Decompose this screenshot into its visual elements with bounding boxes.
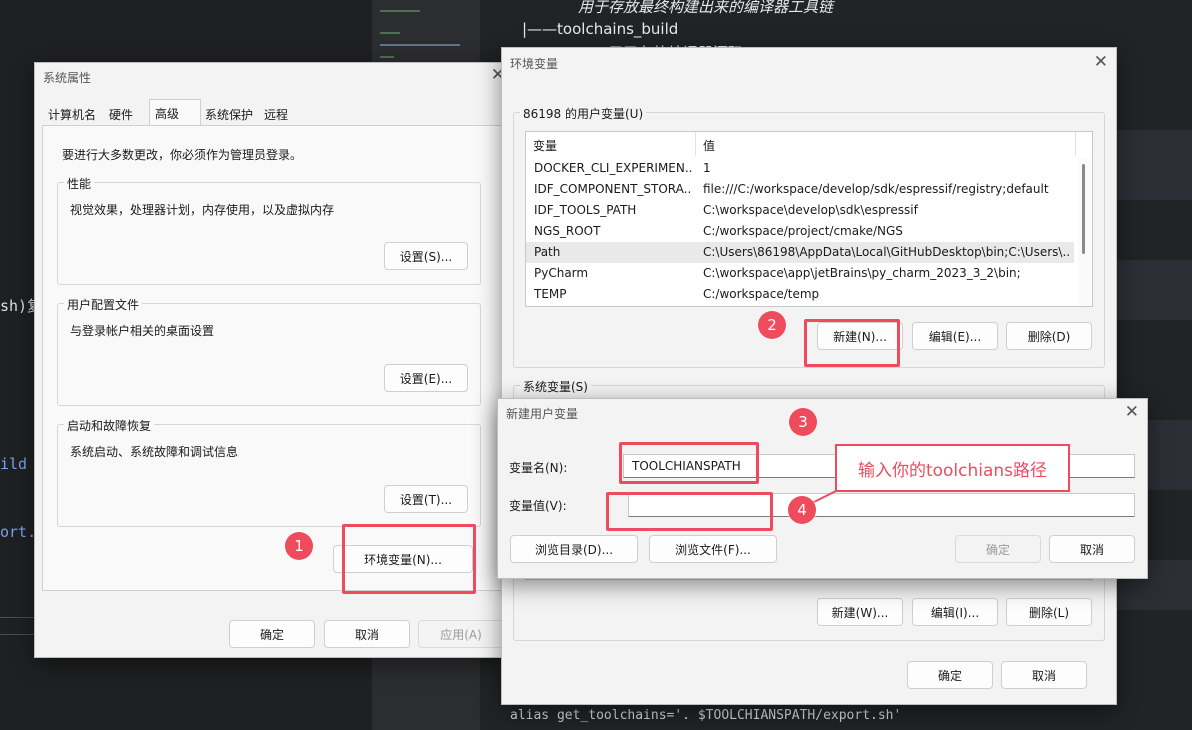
table-row[interactable]: TEMP C:/workspace/temp xyxy=(526,284,1074,305)
variable-value: C:\Users\86198\AppData\Local\GitHubDeskt… xyxy=(703,245,1069,259)
variable-name: PyCharm xyxy=(534,266,589,280)
env-ok-button[interactable]: 确定 xyxy=(907,661,993,689)
variable-value: C:\workspace\app\jetBrains\py_charm_2023… xyxy=(703,266,1021,280)
step-badge-3: 3 xyxy=(789,408,817,436)
variable-value: C:/workspace/project/cmake/NGS xyxy=(703,224,903,238)
step-badge-1: 1 xyxy=(285,532,313,560)
user-variables-table[interactable]: 变量 值 DOCKER_CLI_EXPERIMEN... 1 IDF_COMPO… xyxy=(525,131,1093,307)
variable-name-label: 变量名(N): xyxy=(509,461,568,475)
variable-value: 1 xyxy=(703,161,711,175)
table-row-selected[interactable]: Path C:\Users\86198\AppData\Local\GitHub… xyxy=(526,242,1074,263)
close-icon[interactable]: ✕ xyxy=(1094,52,1108,72)
tab-hardware[interactable]: 硬件 xyxy=(104,101,138,125)
startup-settings-button[interactable]: 设置(T)... xyxy=(384,485,468,513)
table-row[interactable]: NGS_ROOT C:/workspace/project/cmake/NGS xyxy=(526,221,1074,242)
env-cancel-button[interactable]: 取消 xyxy=(1001,661,1087,689)
close-icon[interactable]: ✕ xyxy=(1125,402,1139,422)
table-row[interactable]: PyCharm C:\workspace\app\jetBrains\py_ch… xyxy=(526,263,1074,284)
highlight-new-button xyxy=(804,319,900,367)
scrollbar-thumb[interactable] xyxy=(1082,164,1085,254)
group-title: 性能 xyxy=(64,175,95,192)
variable-name: NGS_ROOT xyxy=(534,224,601,238)
tab-system-protection[interactable]: 系统保护 xyxy=(200,101,258,125)
variable-name: Path xyxy=(534,245,561,259)
table-row[interactable]: IDF_COMPONENT_STORA... file:///C:/worksp… xyxy=(526,179,1074,200)
group-title: 86198 的用户变量(U) xyxy=(520,105,647,122)
highlight-name-input xyxy=(619,442,759,484)
code-fragment: ild xyxy=(0,455,28,473)
variable-name: DOCKER_CLI_EXPERIMEN... xyxy=(534,161,692,175)
variable-name: TEMP xyxy=(534,287,567,301)
annotation-callout: 输入你的toolchians路径 xyxy=(835,444,1070,492)
window-title: 新建用户变量 xyxy=(506,407,579,421)
user-delete-button[interactable]: 删除(D) xyxy=(1006,322,1092,350)
column-header-variable[interactable]: 变量 xyxy=(526,132,696,156)
step-badge-4: 4 xyxy=(788,496,816,524)
browse-file-button[interactable]: 浏览文件(F)... xyxy=(649,535,777,563)
performance-settings-button[interactable]: 设置(S)... xyxy=(384,242,468,270)
highlight-value-input xyxy=(606,492,773,531)
browse-directory-button[interactable]: 浏览目录(D)... xyxy=(510,535,638,563)
apply-button[interactable]: 应用(A) xyxy=(418,620,504,648)
system-new-button[interactable]: 新建(W)... xyxy=(817,598,903,626)
table-row[interactable]: IDF_TOOLS_PATH C:\workspace\develop\sdk\… xyxy=(526,200,1074,221)
window-title: 系统属性 xyxy=(43,71,92,85)
tab-advanced[interactable]: 高级 xyxy=(149,99,201,126)
profile-settings-button[interactable]: 设置(E)... xyxy=(384,364,468,392)
window-title: 环境变量 xyxy=(510,57,559,71)
variable-value: C:\workspace\develop\sdk\espressif xyxy=(703,203,918,217)
doc-text-line: 用于存放最终构建出来的编译器工具链 xyxy=(578,0,834,16)
group-description: 与登录帐户相关的桌面设置 xyxy=(70,324,215,338)
system-delete-button[interactable]: 删除(L) xyxy=(1006,598,1092,626)
variable-name: IDF_TOOLS_PATH xyxy=(534,203,637,217)
tab-computer-name[interactable]: 计算机名 xyxy=(43,101,101,125)
new-var-ok-button[interactable]: 确定 xyxy=(955,535,1041,563)
column-header-value[interactable]: 值 xyxy=(696,132,1076,156)
group-title: 启动和故障恢复 xyxy=(64,417,155,434)
doc-text-line: |——toolchains_build xyxy=(522,20,679,38)
user-edit-button[interactable]: 编辑(E)... xyxy=(912,322,998,350)
group-description: 系统启动、系统故障和调试信息 xyxy=(70,445,239,459)
code-line-alias: alias get_toolchains='. $TOOLCHIANSPATH/… xyxy=(510,708,902,723)
table-row[interactable]: DOCKER_CLI_EXPERIMEN... 1 xyxy=(526,158,1074,179)
scrollbar[interactable] xyxy=(1078,158,1090,306)
step-badge-2: 2 xyxy=(758,311,786,339)
tab-remote[interactable]: 远程 xyxy=(259,101,293,125)
cancel-button[interactable]: 取消 xyxy=(324,620,410,648)
highlight-env-button xyxy=(342,524,476,594)
group-description: 视觉效果，处理器计划，内存使用，以及虚拟内存 xyxy=(70,203,335,217)
variable-value-label: 变量值(V): xyxy=(509,499,567,513)
variable-value: file:///C:/workspace/develop/sdk/espress… xyxy=(703,182,1049,196)
code-fragment: ort. xyxy=(0,523,37,541)
ok-button[interactable]: 确定 xyxy=(229,620,315,648)
new-var-cancel-button[interactable]: 取消 xyxy=(1049,535,1135,563)
group-title: 系统变量(S) xyxy=(520,378,591,395)
variable-value: C:/workspace/temp xyxy=(703,287,820,301)
variable-name: IDF_COMPONENT_STORA... xyxy=(534,182,692,196)
system-edit-button[interactable]: 编辑(I)... xyxy=(912,598,998,626)
group-title: 用户配置文件 xyxy=(64,296,143,313)
admin-note: 要进行大多数更改，你必须作为管理员登录。 xyxy=(62,148,303,162)
